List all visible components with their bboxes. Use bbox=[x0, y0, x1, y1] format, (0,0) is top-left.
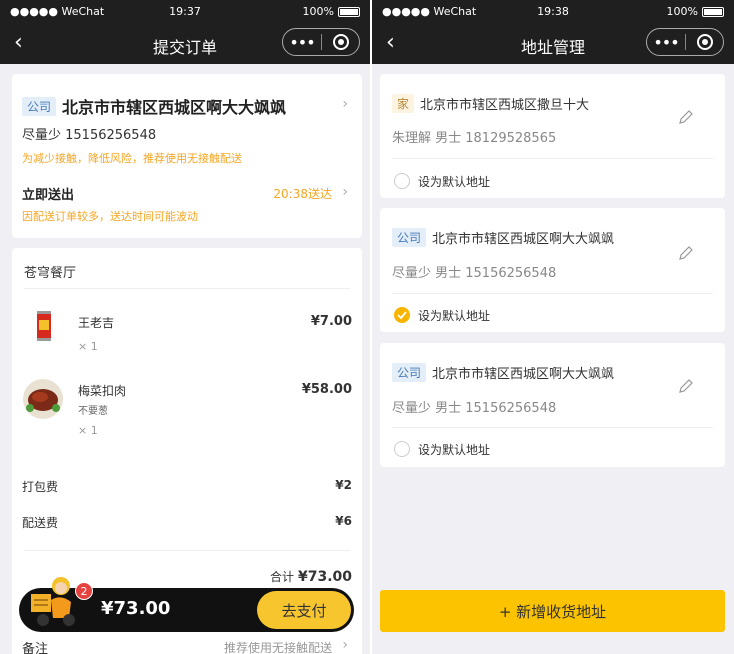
item-name: 梅菜扣肉 bbox=[78, 384, 127, 398]
contactless-notice: 为减少接触，降低风险，推荐使用无接触配送 bbox=[22, 152, 242, 165]
remark-value: 推荐使用无接触配送 bbox=[223, 641, 332, 654]
close-target-icon[interactable] bbox=[686, 34, 723, 50]
braised-pork-dish-icon bbox=[23, 379, 63, 419]
address-management-screen: ●●●●● WeChat 19:38 100% ‹ 地址管理 ••• 家 北京市… bbox=[372, 0, 734, 654]
restaurant-name: 苍穹餐厅 bbox=[24, 266, 77, 281]
total-value: ¥73.00 bbox=[297, 569, 352, 585]
address-tag: 公司 bbox=[392, 228, 427, 247]
submit-order-screen: ●●●●● WeChat 19:37 100% ‹ 提交订单 ••• 公司 北京… bbox=[0, 0, 370, 654]
default-label: 设为默认地址 bbox=[418, 175, 491, 189]
delivery-fee-label: 配送费 bbox=[22, 516, 59, 530]
divider bbox=[24, 550, 350, 551]
default-radio-checked[interactable] bbox=[394, 307, 410, 323]
checkout-bar: 2 ¥73.00 去支付 bbox=[19, 577, 354, 632]
status-bar: ●●●●● WeChat 19:38 100% bbox=[372, 0, 734, 24]
remark-row[interactable]: 备注 推荐使用无接触配送 › bbox=[12, 636, 362, 654]
address-text: 北京市市辖区西城区啊大大飒飒 bbox=[62, 98, 287, 117]
divider bbox=[392, 427, 713, 428]
cart-count-badge: 2 bbox=[75, 582, 93, 600]
chevron-right-icon: › bbox=[342, 637, 348, 653]
item-price: ¥7.00 bbox=[310, 314, 352, 329]
battery-percent: 100% bbox=[666, 5, 698, 18]
delivery-time[interactable]: 20:38送达 bbox=[273, 185, 332, 202]
item-name: 王老吉 bbox=[78, 316, 115, 330]
check-icon bbox=[397, 311, 407, 320]
address-card[interactable]: 公司 北京市市辖区西城区啊大大飒飒 尽量少 男士 15156256548 设为默… bbox=[380, 208, 725, 332]
address-text: 北京市市辖区西城区撒旦十大 bbox=[420, 98, 590, 113]
divider bbox=[392, 158, 713, 159]
battery-indicator: 100% bbox=[303, 5, 360, 18]
address-tag: 公司 bbox=[22, 96, 57, 116]
delivery-rider-icon[interactable] bbox=[29, 572, 81, 628]
default-label: 设为默认地址 bbox=[418, 309, 491, 323]
divider bbox=[392, 293, 713, 294]
chevron-right-icon: › bbox=[342, 96, 348, 112]
mini-program-capsule: ••• bbox=[646, 28, 724, 56]
wanglaoji-can-icon bbox=[37, 311, 51, 341]
address-card[interactable]: 公司 北京市市辖区西城区啊大大飒飒 尽量少 男士 15156256548 设为默… bbox=[380, 343, 725, 467]
nav-bar: ‹ 提交订单 ••• bbox=[0, 24, 370, 64]
total-label: 合计 bbox=[269, 570, 294, 584]
address-text: 北京市市辖区西城区啊大大飒飒 bbox=[432, 232, 615, 247]
delivery-notice: 因配送订单较多，送达时间可能波动 bbox=[22, 210, 198, 223]
packing-fee-label: 打包费 bbox=[22, 480, 59, 494]
divider bbox=[24, 288, 350, 289]
default-radio[interactable] bbox=[394, 441, 410, 457]
remark-label: 备注 bbox=[22, 642, 49, 654]
pay-button[interactable]: 去支付 bbox=[257, 591, 351, 629]
delivery-fee-value: ¥6 bbox=[335, 514, 352, 528]
default-radio[interactable] bbox=[394, 173, 410, 189]
edit-pencil-icon[interactable] bbox=[677, 377, 695, 395]
battery-icon bbox=[702, 6, 724, 17]
address-tag: 公司 bbox=[392, 363, 427, 382]
item-price: ¥58.00 bbox=[301, 382, 352, 397]
packing-fee-value: ¥2 bbox=[335, 478, 352, 492]
contact-text: 尽量少 男士 15156256548 bbox=[392, 401, 557, 416]
delivery-address-card[interactable]: 公司 北京市市辖区西城区啊大大飒飒 › 尽量少 15156256548 为减少接… bbox=[12, 74, 362, 238]
battery-indicator: 100% bbox=[667, 5, 724, 18]
total-row: 合计 ¥73.00 bbox=[270, 568, 352, 585]
contact-text: 朱理解 男士 18129528565 bbox=[392, 131, 557, 146]
item-qty: × 1 bbox=[78, 424, 98, 437]
contact-text: 尽量少 15156256548 bbox=[22, 128, 157, 143]
item-qty: × 1 bbox=[78, 340, 98, 353]
battery-icon bbox=[338, 6, 360, 17]
mini-program-capsule: ••• bbox=[282, 28, 360, 56]
add-address-button[interactable]: + 新增收货地址 bbox=[380, 590, 725, 632]
address-card[interactable]: 家 北京市市辖区西城区撒旦十大 朱理解 男士 18129528565 设为默认地… bbox=[380, 74, 725, 198]
more-icon[interactable]: ••• bbox=[283, 33, 321, 52]
address-tag: 家 bbox=[392, 94, 415, 113]
edit-pencil-icon[interactable] bbox=[677, 108, 695, 126]
status-bar: ●●●●● WeChat 19:37 100% bbox=[0, 0, 370, 24]
item-note: 不要葱 bbox=[78, 406, 108, 417]
address-text: 北京市市辖区西城区啊大大飒飒 bbox=[432, 367, 615, 382]
close-target-icon[interactable] bbox=[322, 34, 359, 50]
more-icon[interactable]: ••• bbox=[647, 33, 685, 52]
chevron-right-icon: › bbox=[342, 184, 348, 200]
contact-text: 尽量少 男士 15156256548 bbox=[392, 266, 557, 281]
delivery-label: 立即送出 bbox=[22, 188, 75, 203]
nav-bar: ‹ 地址管理 ••• bbox=[372, 24, 734, 64]
cart-amount: ¥73.00 bbox=[101, 598, 171, 619]
edit-pencil-icon[interactable] bbox=[677, 244, 695, 262]
battery-percent: 100% bbox=[302, 5, 334, 18]
default-label: 设为默认地址 bbox=[418, 443, 491, 457]
